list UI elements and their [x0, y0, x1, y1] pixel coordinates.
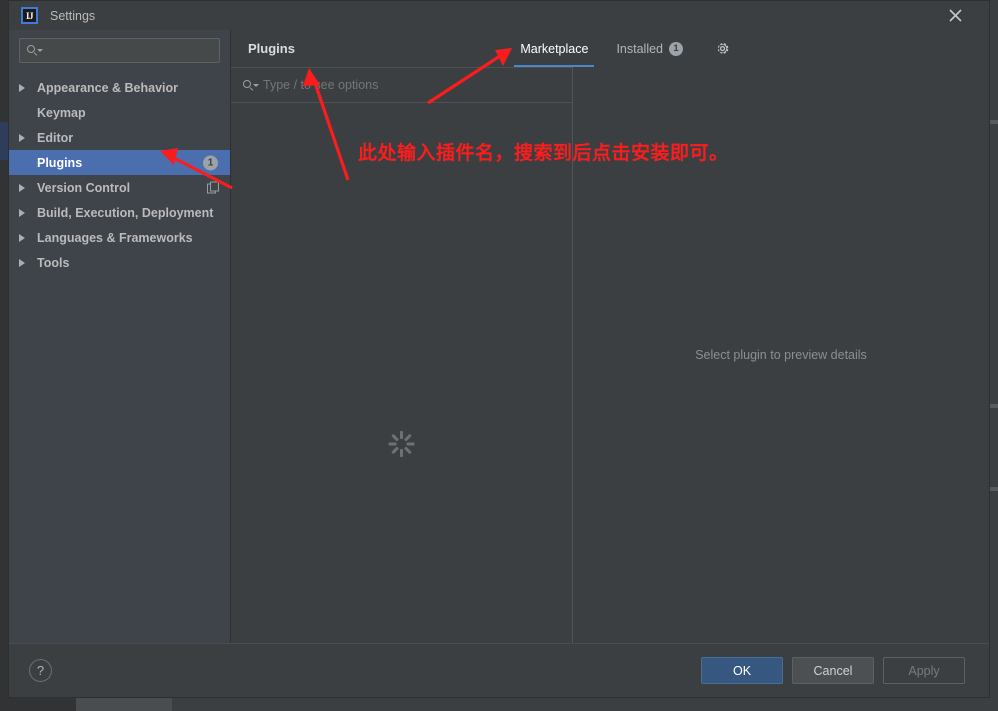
plugin-search-input[interactable] [263, 78, 523, 92]
intellij-idea-icon: IJ [21, 7, 38, 24]
sidebar-item-label: Build, Execution, Deployment [37, 205, 214, 220]
sidebar-item-appearance-behavior[interactable]: Appearance & Behavior [9, 75, 230, 100]
sidebar-item-label: Languages & Frameworks [37, 230, 193, 245]
scrollbar-mark [990, 487, 998, 491]
dialog-body: Appearance & Behavior Keymap Editor Plug… [9, 30, 989, 643]
settings-tree: Appearance & Behavior Keymap Editor Plug… [9, 73, 230, 643]
plugins-tabs: Marketplace Installed 1 [506, 30, 739, 67]
settings-dialog: IJ Settings Appearance & Behavior Keymap… [8, 0, 990, 698]
sidebar-item-label: Editor [37, 130, 74, 145]
settings-search-box[interactable] [19, 38, 220, 63]
annotation-note: 此处输入插件名，搜索到后点击安装即可。 [358, 142, 729, 164]
gear-icon[interactable] [705, 30, 739, 67]
tab-label: Installed [616, 41, 663, 56]
scrollbar-mark [990, 120, 998, 124]
chevron-right-icon[interactable] [19, 233, 33, 242]
chevron-right-icon[interactable] [19, 183, 33, 192]
search-icon [27, 44, 43, 57]
plugin-search-box[interactable] [231, 67, 572, 103]
sidebar-item-label: Version Control [37, 180, 131, 195]
settings-search-input[interactable] [46, 43, 206, 58]
sidebar-item-build-execution-deployment[interactable]: Build, Execution, Deployment [9, 200, 230, 225]
chevron-right-icon[interactable] [19, 208, 33, 217]
plugins-main-panel: Plugins Marketplace Installed 1 Type / t… [231, 30, 989, 643]
cancel-button[interactable]: Cancel [792, 657, 874, 684]
ide-status-bar-segment [76, 698, 172, 711]
ide-status-bar-left [0, 698, 76, 711]
dialog-title: Settings [50, 8, 96, 23]
dialog-titlebar: IJ Settings [9, 1, 989, 30]
ok-button[interactable]: OK [701, 657, 783, 684]
status-badge: 1 [669, 41, 683, 56]
dialog-buttons: OK Cancel Apply [701, 657, 965, 684]
status-badge: 1 [203, 155, 218, 170]
plugins-header: Plugins Marketplace Installed 1 [231, 30, 989, 67]
chevron-right-icon[interactable] [19, 133, 33, 142]
dialog-footer: ? OK Cancel Apply [9, 643, 989, 697]
ide-right-scrollbar-strip[interactable] [990, 0, 998, 711]
sidebar-item-label: Appearance & Behavior [37, 80, 179, 95]
tab-marketplace[interactable]: Marketplace [506, 30, 602, 67]
sidebar-item-keymap[interactable]: Keymap [9, 100, 230, 125]
sidebar-item-version-control[interactable]: Version Control [9, 175, 230, 200]
scrollbar-mark [990, 404, 998, 408]
copy-icon[interactable] [207, 181, 220, 194]
loading-spinner-icon [388, 431, 415, 457]
apply-button: Apply [883, 657, 965, 684]
settings-sidebar: Appearance & Behavior Keymap Editor Plug… [9, 30, 231, 643]
help-button[interactable]: ? [29, 659, 52, 682]
sidebar-item-label: Plugins [37, 155, 83, 170]
page-title: Plugins [248, 41, 295, 56]
sidebar-item-label: Tools [37, 255, 70, 270]
sidebar-item-plugins[interactable]: Plugins 1 [9, 150, 230, 175]
sidebar-search-wrap [9, 30, 230, 73]
tab-installed[interactable]: Installed 1 [602, 30, 697, 67]
close-icon[interactable] [935, 1, 975, 30]
search-icon [243, 79, 259, 92]
sidebar-item-label: Keymap [37, 105, 86, 120]
sidebar-item-languages-frameworks[interactable]: Languages & Frameworks [9, 225, 230, 250]
tab-label: Marketplace [520, 41, 589, 56]
sidebar-item-tools[interactable]: Tools [9, 250, 230, 275]
chevron-right-icon[interactable] [19, 83, 33, 92]
detail-placeholder-text: Select plugin to preview details [695, 348, 867, 362]
sidebar-item-editor[interactable]: Editor [9, 125, 230, 150]
chevron-right-icon[interactable] [19, 258, 33, 267]
